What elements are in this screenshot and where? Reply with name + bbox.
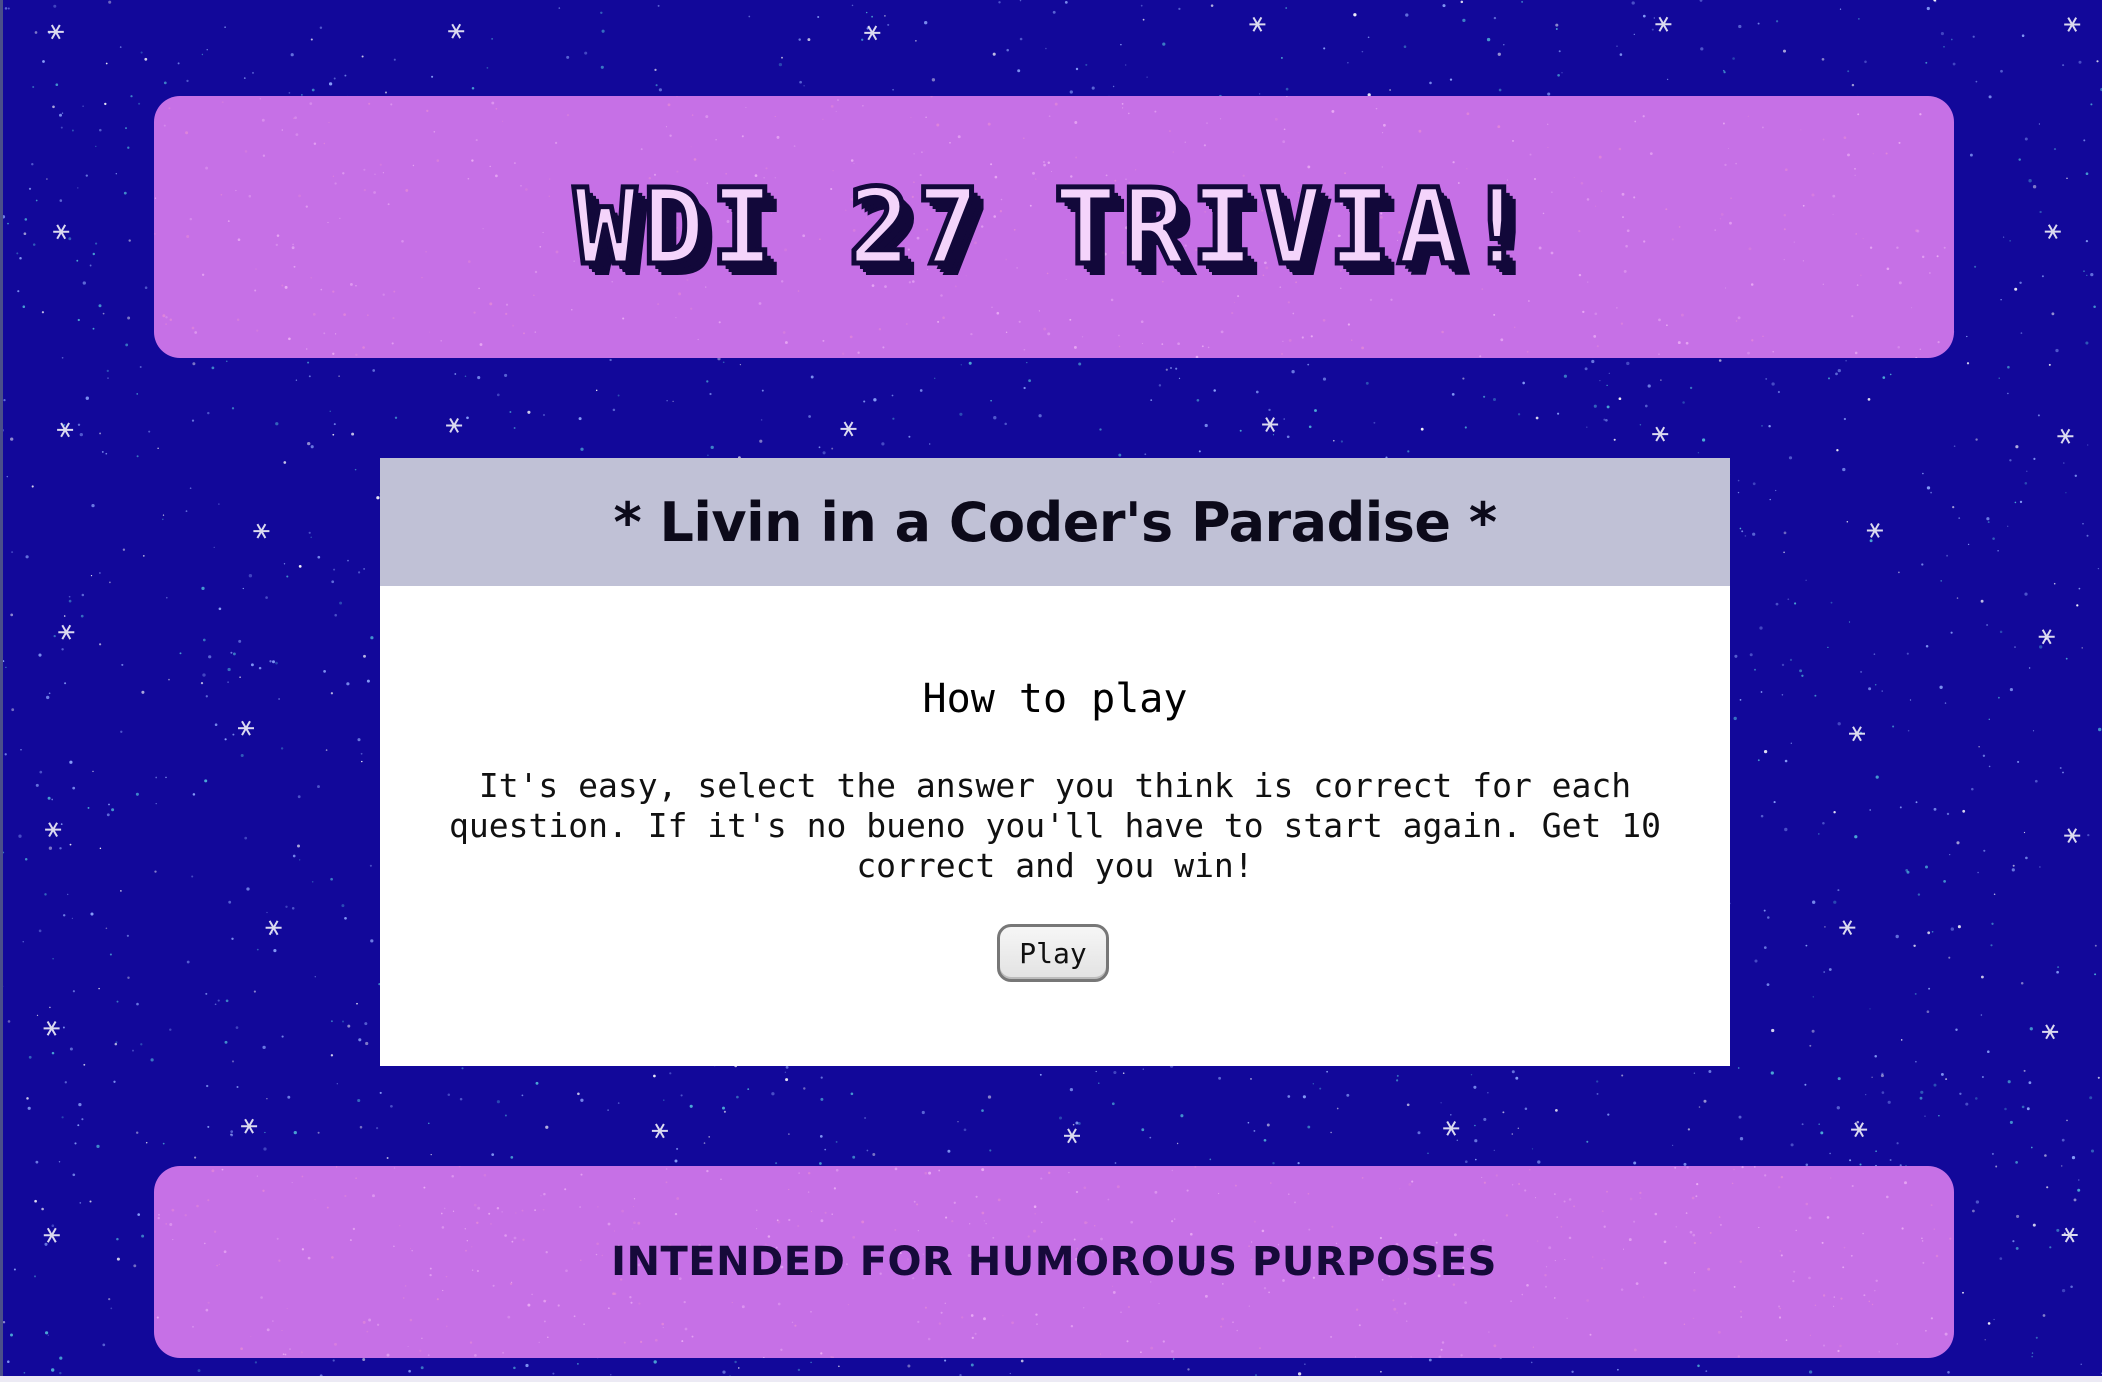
- footer-text: INTENDED FOR HUMOROUS PURPOSES: [611, 1239, 1497, 1285]
- intro-card: * Livin in a Coder's Paradise * How to p…: [380, 458, 1730, 1066]
- card-body: How to play It's easy, select the answer…: [380, 586, 1730, 1066]
- play-button[interactable]: Play: [997, 924, 1109, 982]
- window-edge: [0, 0, 3, 1382]
- card-title: * Livin in a Coder's Paradise *: [613, 490, 1497, 554]
- footer-banner: INTENDED FOR HUMOROUS PURPOSES: [154, 1166, 1954, 1358]
- instructions-text: It's easy, select the answer you think i…: [449, 766, 1661, 885]
- site-title: WDI 27 TRIVIA!: [571, 164, 1535, 291]
- card-header: * Livin in a Coder's Paradise *: [380, 458, 1730, 586]
- how-to-play-heading: How to play: [922, 676, 1188, 722]
- header-banner: WDI 27 TRIVIA!: [154, 96, 1954, 358]
- page-bottom-edge: [0, 1376, 2102, 1382]
